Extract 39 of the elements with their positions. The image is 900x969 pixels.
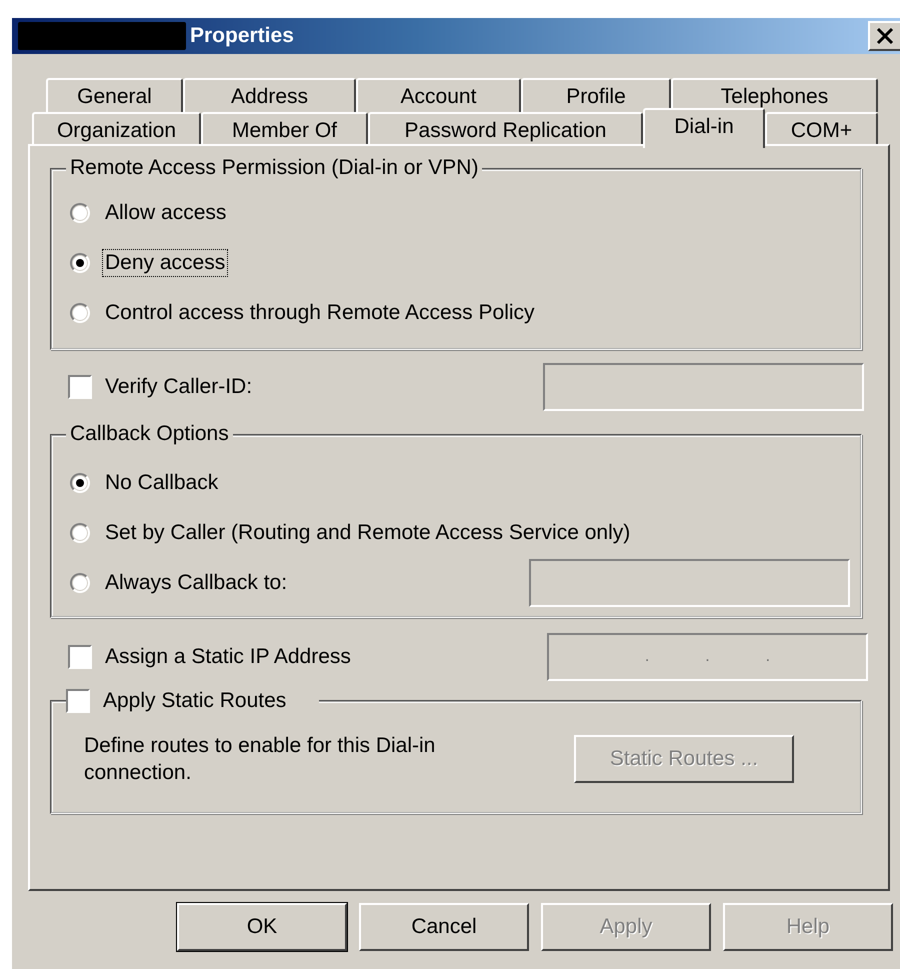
radio-label[interactable]: Deny access	[102, 249, 228, 277]
tab[interactable]: Address	[183, 78, 356, 112]
radio-label[interactable]: Allow access	[102, 199, 230, 227]
ip-separator: .	[644, 648, 650, 666]
dialog-button[interactable]: OK	[177, 903, 347, 951]
radio-button[interactable]	[70, 203, 90, 223]
close-button[interactable]	[868, 21, 900, 51]
tab[interactable]: General	[46, 78, 183, 112]
radio-button[interactable]	[70, 473, 90, 493]
dialog-button[interactable]: Cancel	[359, 903, 529, 951]
radio-button[interactable]	[70, 253, 90, 273]
radio-label[interactable]: Set by Caller (Routing and Remote Access Service only)	[102, 519, 634, 547]
checkbox[interactable]	[66, 689, 90, 713]
tab[interactable]: Member Of	[201, 112, 368, 146]
tab[interactable]: Profile	[521, 78, 671, 112]
group-title: Remote Access Permission (Dial-in or VPN)	[66, 156, 482, 180]
tab[interactable]: COM+	[765, 112, 878, 146]
ip-separator: .	[705, 648, 710, 666]
checkbox[interactable]	[68, 645, 92, 669]
tab[interactable]: Organization	[32, 112, 201, 146]
checkbox-label[interactable]: Apply Static Routes	[100, 687, 290, 715]
tab[interactable]: Password Replication	[368, 112, 643, 146]
checkbox-label[interactable]: Verify Caller-ID:	[102, 373, 256, 401]
tab[interactable]: Account	[356, 78, 521, 112]
radio-button[interactable]	[70, 303, 90, 323]
ip-separator: .	[766, 648, 770, 666]
radio-label[interactable]: Always Callback to:	[102, 569, 290, 597]
checkbox-label[interactable]: Assign a Static IP Address	[102, 643, 354, 671]
radio-button[interactable]	[70, 523, 90, 543]
close-icon	[876, 27, 894, 45]
radio-label[interactable]: Control access through Remote Access Policy	[102, 299, 538, 327]
checkbox[interactable]	[68, 375, 92, 399]
radio-label[interactable]: No Callback	[102, 469, 222, 497]
window-title: Properties	[190, 24, 294, 48]
group-title: Callback Options	[66, 422, 233, 446]
tab[interactable]: Dial-in	[643, 108, 765, 148]
radio-button[interactable]	[70, 573, 90, 593]
description-text: Define routes to enable for this Dial-in connection.	[84, 733, 436, 786]
tab[interactable]: Telephones	[671, 78, 878, 112]
